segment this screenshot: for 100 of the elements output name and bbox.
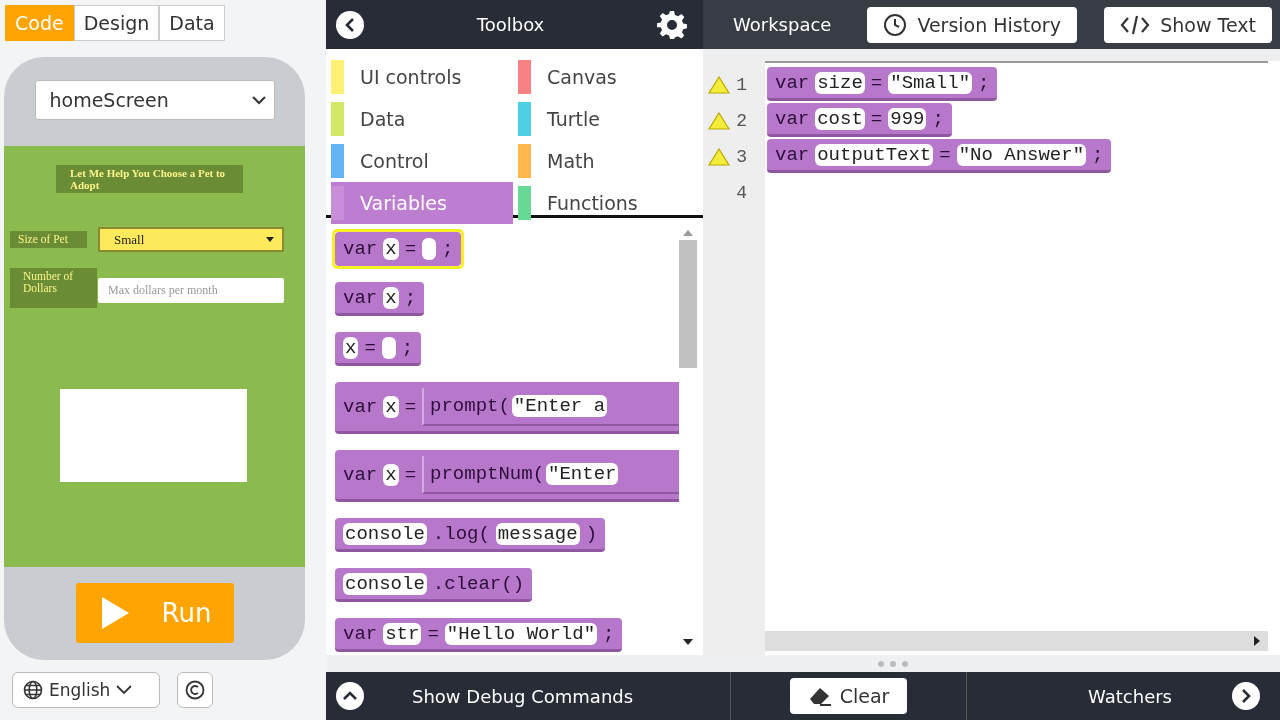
code-text: var [775,143,810,166]
empty-slot[interactable] [422,238,437,260]
collapse-button[interactable] [336,10,364,39]
code-block[interactable]: var x = prompt( "Enter a [335,382,679,434]
scroll-down-icon[interactable] [683,639,693,645]
chevron-up-icon [343,690,357,702]
code-block[interactable]: var str = "Hello World" ; [335,618,623,652]
code-text: var [775,71,810,94]
input-slot[interactable]: "Enter a [511,394,608,417]
code-text: ; [978,71,990,94]
code-text: = [870,107,883,130]
input-slot[interactable]: x [383,238,399,260]
toolbox-title: Toolbox [475,14,546,35]
input-slot[interactable]: message [495,522,580,545]
copyright-button[interactable] [177,672,213,708]
line-number: 2 [736,111,747,131]
category-item[interactable]: Control [331,140,513,182]
workspace-title: Workspace [733,14,832,35]
category-item[interactable]: Canvas [518,56,703,98]
input-slot[interactable]: console [343,522,427,545]
expand-button[interactable] [336,682,364,710]
empty-slot[interactable] [381,336,396,359]
code-text: = [870,71,883,94]
scroll-right-icon[interactable] [1254,636,1260,646]
show-text-button[interactable]: Show Text [1104,6,1272,43]
dollars-input[interactable]: Max dollars per month [98,278,284,303]
watchers-label: Watchers [1088,685,1172,707]
code-block[interactable]: var outputText = "No Answer" ; [767,139,1112,173]
nested-block[interactable]: promptNum( "Enter [422,455,679,494]
input-slot[interactable]: x [383,286,399,309]
code-block[interactable]: var x = promptNum( "Enter [335,450,679,502]
screen-dropdown[interactable]: homeScreen [34,80,275,120]
input-slot[interactable]: console [343,572,427,595]
nested-block[interactable]: prompt( "Enter a [422,387,679,426]
language-select[interactable]: English [12,672,160,708]
code-text: ; [401,336,414,359]
code-block[interactable]: var size = "Small" ; [767,67,998,101]
chevron-left-icon [344,17,356,32]
category-label: Data [360,108,406,130]
mode-tab[interactable]: Design [73,5,160,41]
input-slot[interactable]: cost [815,107,865,130]
code-block[interactable]: x = ; [335,332,422,366]
category-item[interactable]: Data [331,98,513,140]
input-slot[interactable]: x [343,336,359,359]
clear-button[interactable]: Clear [789,678,908,714]
input-slot[interactable]: "Hello World" [444,622,598,645]
code-text: prompt( [430,394,510,417]
code-text: .clear() [432,572,525,595]
code-block[interactable]: console .log( message ) [335,518,606,552]
warning-icon[interactable] [708,76,731,94]
code-text: ; [932,107,944,130]
code-text: var [343,286,378,309]
code-text: = [404,463,417,486]
code-block[interactable]: console .clear() [335,568,533,602]
input-slot[interactable]: "Small" [888,71,973,94]
code-block[interactable]: var cost = 999 ; [767,103,952,137]
input-slot[interactable]: x [383,395,399,418]
category-item[interactable]: Functions [518,182,703,224]
code-text: var [343,463,378,486]
input-slot[interactable]: size [815,71,865,94]
scroll-up-icon[interactable] [683,230,693,236]
category-item[interactable]: Turtle [518,98,703,140]
dropdown-arrow-icon [266,237,274,242]
code-block[interactable]: var x = ; [335,232,462,266]
size-dropdown[interactable]: Small [98,227,284,252]
scroll-thumb[interactable] [679,240,697,368]
input-slot[interactable]: "Enter [546,462,619,485]
category-item[interactable]: UI controls [331,56,513,98]
settings-icon[interactable] [657,9,687,40]
input-slot[interactable]: "No Answer" [956,143,1087,166]
watchers-toggle-button[interactable] [1232,682,1260,710]
input-slot[interactable]: str [383,622,422,645]
input-slot[interactable]: x [383,463,399,486]
input-slot[interactable]: outputText [815,143,934,166]
category-item[interactable]: Math [518,140,703,182]
code-block[interactable]: var x ; [335,282,425,316]
mode-tab[interactable]: Data [159,5,225,41]
category-label: Canvas [547,66,617,88]
chevron-down-icon [116,685,133,695]
category-label: Control [360,150,429,172]
size-label: Size of Pet [10,231,87,248]
dollars-label: Number of Dollars [10,268,97,308]
app-title: Let Me Help You Choose a Pet to Adopt [56,165,243,193]
debug-commands-label[interactable]: Show Debug Commands [412,685,634,707]
code-text: var [775,107,810,130]
chevron-down-icon [251,95,266,105]
code-icon [1120,13,1151,36]
category-label: Variables [360,192,447,214]
code-text: ; [603,622,615,645]
resize-handle-icon[interactable] [877,660,909,667]
category-label: Functions [547,192,638,214]
code-text: ; [1092,143,1104,166]
code-text: ) [585,522,598,545]
code-text: ; [442,238,454,260]
globe-icon [23,680,43,700]
version-history-button[interactable]: Version History [867,6,1077,43]
code-text: = [427,622,439,645]
warning-icon[interactable] [708,112,731,130]
warning-icon[interactable] [708,148,731,166]
input-slot[interactable]: 999 [888,107,927,130]
